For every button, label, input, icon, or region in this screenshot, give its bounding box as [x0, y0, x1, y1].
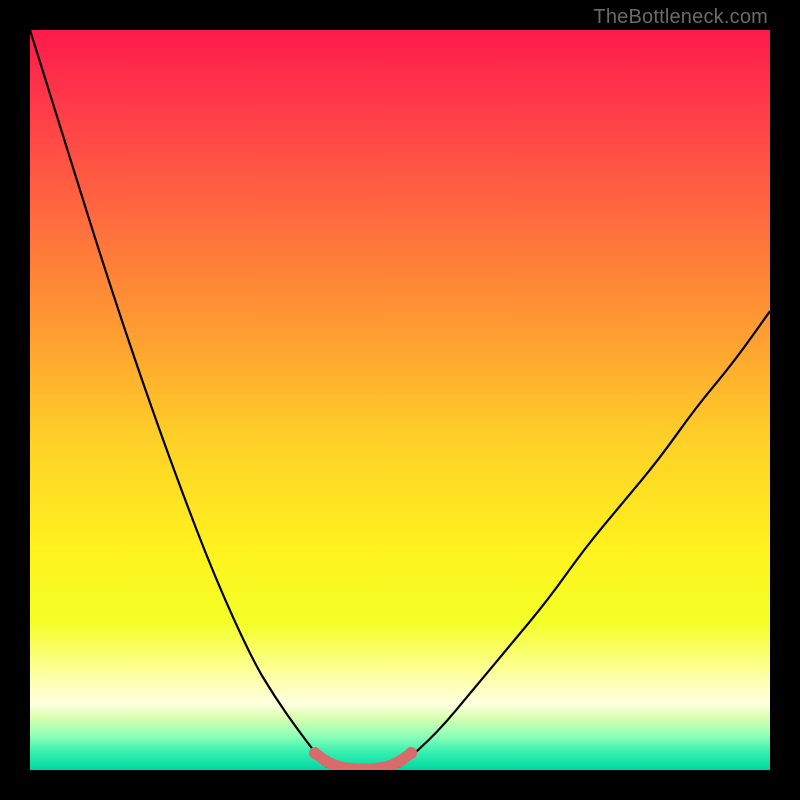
valley-marker-dots	[309, 747, 417, 770]
bottleneck-curve	[30, 30, 770, 770]
valley-marker-dot	[309, 747, 321, 759]
watermark-text: TheBottleneck.com	[593, 6, 768, 29]
valley-marker-dot	[320, 755, 332, 767]
valley-marker-dot	[394, 755, 406, 767]
chart-stage: TheBottleneck.com	[0, 0, 800, 800]
valley-marker-dot	[405, 747, 417, 759]
plot-area	[30, 30, 770, 770]
curve-line	[30, 30, 770, 770]
